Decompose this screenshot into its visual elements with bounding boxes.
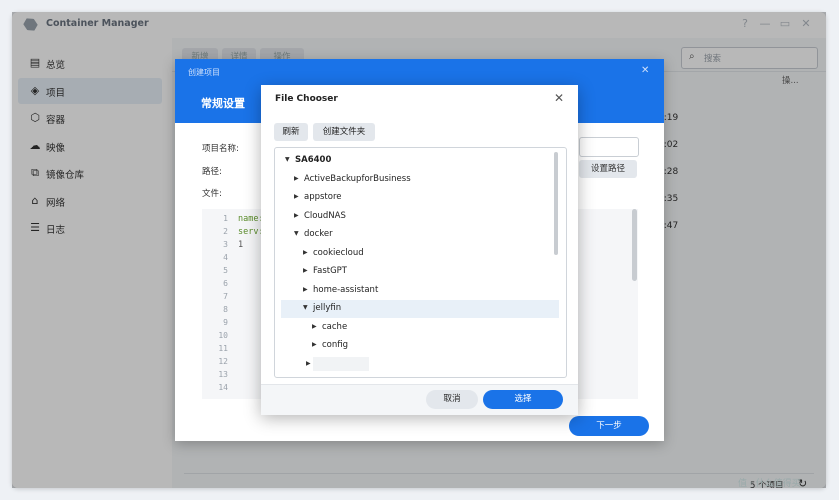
tree-node[interactable]: ▶ config bbox=[275, 337, 553, 355]
caret-down-icon[interactable]: ▼ bbox=[285, 156, 290, 163]
tree-scrollbar[interactable] bbox=[554, 152, 558, 255]
line-number: 3 bbox=[223, 240, 228, 249]
caret-right-icon[interactable]: ▶ bbox=[294, 212, 299, 219]
line-number: 6 bbox=[223, 279, 228, 288]
tree-node[interactable]: ▶ cache bbox=[275, 319, 553, 337]
file-chooser-dialog: File Chooser ✕ 刷新 创建文件夹 ▼ SA6400 ▶ ActiveBa… bbox=[261, 85, 578, 415]
path-label: 路径: bbox=[202, 167, 222, 177]
dialog-title: 创建项目 bbox=[188, 68, 220, 77]
tree-node-label: SA6400 bbox=[295, 155, 332, 165]
tree-node[interactable]: ▶ appstore bbox=[275, 189, 553, 207]
line-number: 1 bbox=[223, 214, 228, 223]
file-chooser-footer: 取消 选择 bbox=[261, 384, 578, 415]
caret-down-icon[interactable]: ▼ bbox=[303, 304, 308, 311]
folder-tree: ▼ SA6400 ▶ ActiveBackupforBusiness ▶ appstore… bbox=[274, 147, 567, 378]
next-button[interactable]: 下一步 bbox=[569, 416, 649, 436]
line-number: 13 bbox=[218, 370, 228, 379]
caret-right-icon[interactable]: ▶ bbox=[294, 175, 299, 182]
caret-right-icon[interactable]: ▶ bbox=[312, 323, 317, 330]
code-line: 1 bbox=[238, 240, 244, 250]
tree-node[interactable]: ▼ SA6400 bbox=[275, 152, 553, 170]
tree-node[interactable]: ▼ docker bbox=[275, 226, 553, 244]
line-number: 12 bbox=[218, 357, 228, 366]
set-path-button[interactable]: 设置路径 bbox=[579, 160, 637, 178]
caret-right-icon[interactable]: ▶ bbox=[303, 267, 308, 274]
line-number: 11 bbox=[218, 344, 228, 353]
line-number: 4 bbox=[223, 253, 228, 262]
tree-node-partial[interactable] bbox=[313, 357, 369, 371]
tree-node[interactable]: ▶ CloudNAS bbox=[275, 208, 553, 226]
file-chooser-title: File Chooser bbox=[275, 94, 338, 104]
line-number: 9 bbox=[223, 318, 228, 327]
tree-node-label: appstore bbox=[304, 192, 342, 202]
tree-node[interactable]: ▶ FastGPT bbox=[275, 263, 553, 281]
caret-down-icon[interactable]: ▼ bbox=[294, 230, 299, 237]
tree-node-label: cache bbox=[322, 321, 348, 332]
code-line: name: bbox=[238, 214, 264, 224]
line-number: 10 bbox=[218, 331, 228, 340]
line-number: 5 bbox=[223, 266, 228, 275]
tree-node[interactable]: ▶ ActiveBackupforBusiness bbox=[275, 171, 553, 189]
tree-node-label: FastGPT bbox=[313, 266, 347, 276]
tree-node-label: CloudNAS bbox=[304, 210, 346, 221]
tree-node-label: home-assistant bbox=[313, 284, 379, 295]
line-number: 8 bbox=[223, 305, 228, 314]
caret-right-icon[interactable]: ▶ bbox=[312, 341, 317, 348]
watermark: 值 · 什么值得买 bbox=[738, 479, 801, 489]
close-icon[interactable]: ✕ bbox=[554, 91, 564, 105]
file-label: 文件: bbox=[202, 189, 222, 199]
tree-node[interactable]: ▶ cookiecloud bbox=[275, 245, 553, 263]
tree-node[interactable]: ▼ jellyfin bbox=[275, 300, 553, 318]
close-icon[interactable]: ✕ bbox=[641, 65, 649, 76]
project-name-label: 项目名称: bbox=[202, 144, 239, 154]
editor-scrollbar[interactable] bbox=[632, 209, 637, 281]
line-number: 2 bbox=[223, 227, 228, 236]
cancel-button[interactable]: 取消 bbox=[426, 390, 478, 409]
create-folder-button[interactable]: 创建文件夹 bbox=[313, 123, 375, 141]
line-number: 7 bbox=[223, 292, 228, 301]
section-title: 常规设置 bbox=[201, 97, 245, 110]
code-line: serv: bbox=[238, 227, 264, 237]
caret-right-icon[interactable]: ▶ bbox=[303, 286, 308, 293]
caret-right-icon: ▶ bbox=[306, 360, 311, 367]
caret-right-icon[interactable]: ▶ bbox=[303, 249, 308, 256]
tree-node-label: cookiecloud bbox=[313, 247, 364, 258]
line-number: 14 bbox=[218, 383, 228, 392]
tree-node-label: ActiveBackupforBusiness bbox=[304, 173, 411, 184]
project-name-field[interactable] bbox=[579, 137, 639, 157]
tree-node-label: config bbox=[322, 340, 349, 350]
select-button[interactable]: 选择 bbox=[483, 390, 563, 409]
tree-node[interactable]: ▶ home-assistant bbox=[275, 282, 553, 300]
tree-node-label: docker bbox=[304, 229, 333, 239]
refresh-button[interactable]: 刷新 bbox=[274, 123, 308, 141]
tree-node-label: jellyfin bbox=[313, 303, 342, 313]
caret-right-icon[interactable]: ▶ bbox=[294, 193, 299, 200]
